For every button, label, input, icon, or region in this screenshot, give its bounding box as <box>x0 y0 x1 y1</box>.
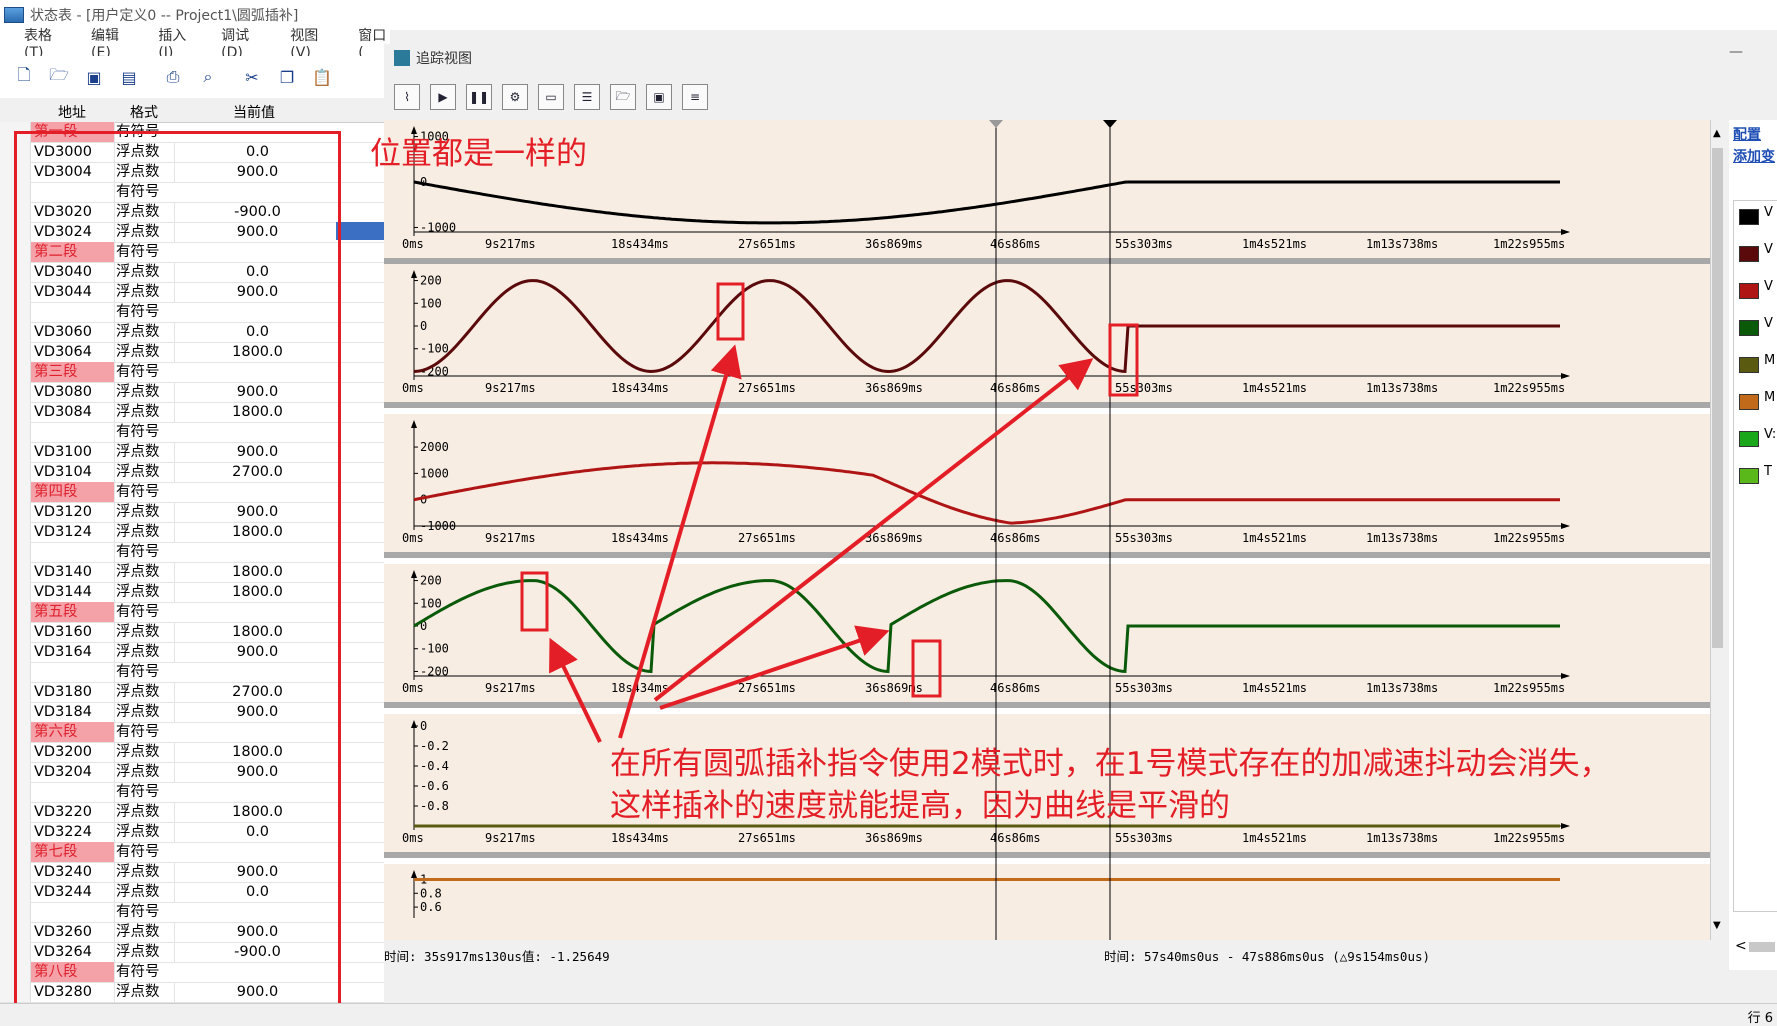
highlight-box-peak1 <box>716 282 745 341</box>
highlight-box-dip1 <box>1108 323 1139 397</box>
arrow-1 <box>618 344 742 739</box>
annotation-overlay <box>520 282 1139 743</box>
row-indicator: 行 6 <box>1747 1011 1773 1026</box>
highlight-box-dip2 <box>911 639 942 698</box>
bottom-status-bar: 行 6 <box>0 1003 1777 1026</box>
arrow-2 <box>653 358 1094 702</box>
arrow-3 <box>549 637 602 743</box>
highlight-box-peak2 <box>520 571 549 632</box>
